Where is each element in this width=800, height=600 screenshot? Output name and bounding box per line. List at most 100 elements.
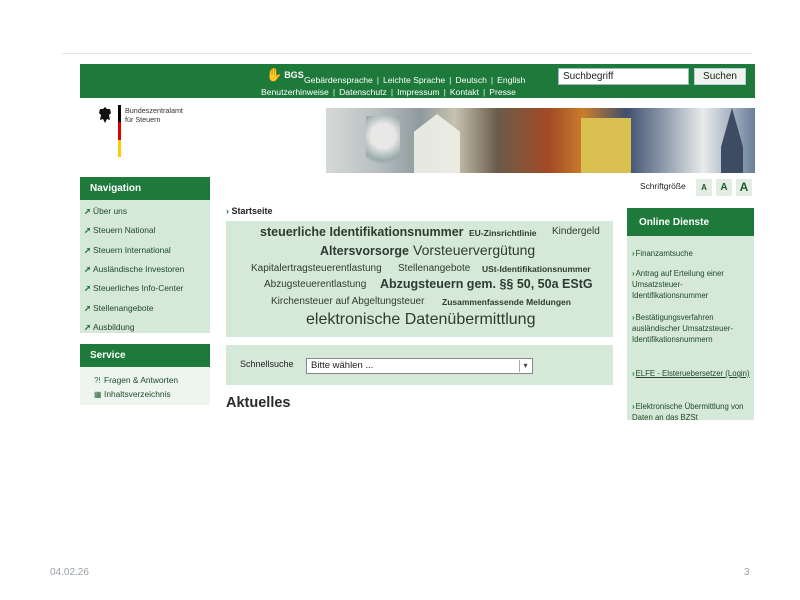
service-panel	[80, 367, 210, 405]
tag-link[interactable]: Abzugsteuerentlastung	[264, 279, 366, 290]
arrow-icon: ➚	[84, 206, 92, 216]
quick-search-select[interactable]: Bitte wählen ... ▾	[306, 358, 533, 374]
slide-page-number: 3	[744, 567, 750, 578]
online-service-ust-id-antrag[interactable]: ›Antrag auf Erteilung einer Umsatzsteuer…	[632, 268, 752, 301]
arrow-icon: ➚	[84, 264, 92, 274]
section-title-aktuelles: Aktuelles	[226, 395, 291, 411]
sitemap-icon: ▦	[94, 390, 102, 399]
nav-item-label: Ausländische Investoren	[93, 264, 185, 274]
font-size-large-button[interactable]: A	[736, 179, 752, 196]
arrow-icon: ➚	[84, 283, 92, 293]
service-item-faq[interactable]: ?! Fragen & Antworten	[94, 375, 178, 385]
tag-link[interactable]: Kapitalertragsteuerentlastung	[251, 263, 382, 274]
online-service-datenuebermittlung[interactable]: ›Elektronische Übermittlung von Daten an…	[632, 401, 752, 420]
search-input[interactable]	[558, 68, 689, 85]
font-size-medium-button[interactable]: A	[716, 179, 732, 196]
top-links-row2: Benutzerhinweise | Datenschutz | Impressum | K…	[261, 87, 516, 97]
tag-link[interactable]: steuerliche Identifikationsnummer	[260, 225, 464, 239]
navigation-heading: Navigation	[80, 177, 210, 200]
tag-link[interactable]: Altersvorsorge	[320, 244, 409, 258]
font-size-label: Schriftgröße	[640, 181, 686, 191]
tag-link[interactable]: Vorsteuervergütung	[413, 242, 535, 258]
tag-link[interactable]: EU-Zinsrichtlinie	[469, 228, 537, 238]
nav-item-steuern-national[interactable]: ➚ Steuern National	[84, 225, 155, 235]
link-kontakt[interactable]: Kontakt	[450, 87, 479, 97]
nav-item-ausbildung[interactable]: ➚ Ausbildung	[84, 322, 134, 332]
link-gebaerdensprache[interactable]: Gebärdensprache	[304, 75, 373, 85]
service-heading: Service	[80, 344, 210, 367]
online-service-label: ELFE - Elsteruebersetzer (Login)	[635, 369, 750, 378]
nav-item-label: Über uns	[93, 206, 128, 216]
sign-language-icon: ✋	[266, 67, 283, 82]
online-service-label: Bestätigungsverfahren ausländischer Umsa…	[632, 313, 733, 344]
breadcrumb-arrow-icon: ›	[226, 206, 229, 216]
nav-item-info-center[interactable]: ➚ Steuerliches Info-Center	[84, 283, 183, 293]
org-name-line1: Bundeszentralamt	[125, 106, 183, 115]
search-button[interactable]: Suchen	[694, 68, 746, 85]
quick-search-panel: Schnellsuche Bitte wählen ... ▾	[226, 345, 613, 385]
org-name[interactable]: Bundeszentralamt für Steuern	[125, 106, 205, 124]
tag-link[interactable]: elektronische Datenübermittlung	[306, 311, 535, 329]
org-name-line2: für Steuern	[125, 115, 161, 124]
tag-link[interactable]: Kindergeld	[552, 226, 600, 237]
online-service-elfe[interactable]: ›ELFE - Elsteruebersetzer (Login)	[632, 368, 752, 379]
arrow-icon: ➚	[84, 225, 92, 235]
service-item-label: Inhaltsverzeichnis	[104, 389, 171, 399]
link-deutsch[interactable]: Deutsch	[455, 75, 487, 85]
tag-link[interactable]: Kirchensteuer auf Abgeltungsteuer	[271, 296, 424, 307]
german-flag-stripe	[118, 105, 121, 157]
nav-item-auslaendische-investoren[interactable]: ➚ Ausländische Investoren	[84, 264, 184, 274]
top-bar: ✋ BGS Gebärdensprache | Leichte Sprache | De…	[80, 64, 755, 98]
online-service-label: Finanzamtsuche	[635, 249, 693, 258]
font-size-small-button[interactable]: A	[696, 179, 712, 196]
link-english[interactable]: English	[497, 75, 525, 85]
nav-item-ueber-uns[interactable]: ➚ Über uns	[84, 206, 127, 216]
qa-icon: ?!	[94, 376, 101, 385]
nav-item-stellenangebote[interactable]: ➚ Stellenangebote	[84, 303, 154, 313]
nav-item-steuern-international[interactable]: ➚ Steuern International	[84, 245, 171, 255]
tag-link[interactable]: Abzugsteuern gem. §§ 50, 50a EStG	[380, 277, 593, 291]
online-service-bestaetigung[interactable]: ›Bestätigungsverfahren ausländischer Ums…	[632, 312, 752, 345]
service-item-sitemap[interactable]: ▦ Inhaltsverzeichnis	[94, 389, 171, 399]
nav-item-label: Ausbildung	[93, 322, 135, 332]
tag-link[interactable]: Stellenangebote	[398, 263, 470, 274]
link-presse[interactable]: Presse	[489, 87, 516, 97]
slide-date: 04.02.26	[50, 567, 89, 578]
breadcrumb[interactable]: › Startseite	[226, 206, 273, 216]
slide-divider	[62, 53, 752, 54]
arrow-icon: ›	[632, 269, 635, 278]
chevron-down-icon: ▾	[519, 360, 531, 372]
online-service-label: Elektronische Übermittlung von Daten an …	[632, 402, 744, 420]
bgs-logo[interactable]: ✋ BGS	[266, 68, 304, 81]
breadcrumb-label: Startseite	[231, 206, 273, 216]
link-benutzerhinweise[interactable]: Benutzerhinweise	[261, 87, 329, 97]
link-datenschutz[interactable]: Datenschutz	[339, 87, 387, 97]
quick-search-label: Schnellsuche	[240, 359, 294, 369]
arrow-icon: ➚	[84, 303, 92, 313]
arrow-icon: ›	[632, 313, 635, 322]
nav-item-label: Steuerliches Info-Center	[93, 283, 184, 293]
arrow-icon: ›	[632, 249, 635, 258]
online-dienste-heading: Online Dienste	[627, 208, 754, 236]
arrow-icon: ➚	[84, 245, 92, 255]
service-item-label: Fragen & Antworten	[104, 375, 179, 385]
arrow-icon: ›	[632, 369, 635, 378]
nav-item-label: Steuern International	[93, 245, 171, 255]
link-leichte-sprache[interactable]: Leichte Sprache	[383, 75, 445, 85]
arrow-icon: ›	[632, 402, 635, 411]
nav-item-label: Steuern National	[93, 225, 156, 235]
top-links-row1: Gebärdensprache | Leichte Sprache | Deutsch |…	[304, 75, 526, 85]
tag-cloud: steuerliche Identifikationsnummer EU-Zin…	[226, 221, 613, 337]
quick-search-selected: Bitte wählen ...	[311, 360, 374, 371]
federal-eagle-icon	[99, 107, 111, 123]
tag-link[interactable]: Zusammenfassende Meldungen	[442, 297, 571, 307]
online-service-finanzamtsuche[interactable]: ›Finanzamtsuche	[632, 248, 752, 259]
arrow-icon: ➚	[84, 322, 92, 332]
bgs-logo-text: BGS	[284, 69, 304, 80]
online-service-label: Antrag auf Erteilung einer Umsatzsteuer-…	[632, 269, 725, 300]
nav-item-label: Stellenangebote	[93, 303, 154, 313]
tag-link[interactable]: USt-Identifikationsnummer	[482, 264, 591, 274]
link-impressum[interactable]: Impressum	[397, 87, 440, 97]
header-banner-image	[326, 108, 755, 173]
browser-screenshot: ✋ BGS Gebärdensprache | Leichte Sprache | De…	[80, 64, 755, 420]
